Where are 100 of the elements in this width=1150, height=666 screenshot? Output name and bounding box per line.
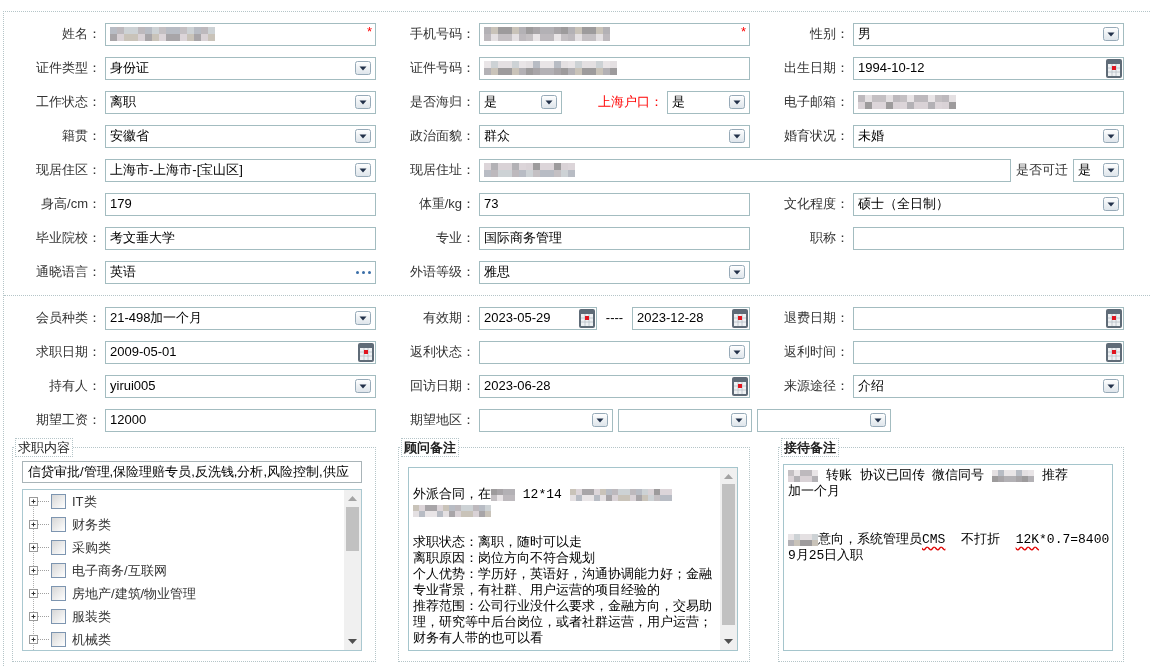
scrollbar[interactable] [344,490,361,650]
caret-down-icon[interactable] [1103,27,1119,41]
expand-plus-icon[interactable] [29,543,49,552]
dropdown[interactable]: 安徽省 [105,124,376,148]
calendar-icon[interactable] [1106,342,1122,362]
caret-down-icon[interactable] [729,129,745,143]
notes-field[interactable]: 转账 协议已回传 微信同号 推荐 加一个月 意向，系统管理员CMS 不打折 12K*0.7=8400 9月25日入职 [783,464,1113,651]
caret-down-icon[interactable] [592,413,608,427]
tree-item-label[interactable]: 机械类 [72,629,111,650]
text-field[interactable]: 国际商务管理 [479,226,750,250]
dropdown[interactable]: 群众 [479,124,750,148]
date-field[interactable]: 2009-05-01 [105,340,376,364]
tree-item-label[interactable]: 采购类 [72,537,111,558]
caret-down-icon[interactable] [1103,129,1119,143]
date-field[interactable]: 2023-12-28 [632,306,750,330]
date-field[interactable]: 1994-10-12 [853,56,1124,80]
checkbox[interactable] [51,494,66,509]
checkbox[interactable] [51,609,66,624]
date-field[interactable]: 2023-05-29 [479,306,597,330]
calendar-icon[interactable] [732,308,748,328]
expand-plus-icon[interactable] [29,589,49,598]
note-text: 不打折 [960,532,1001,548]
scroll-down-icon[interactable] [724,639,733,644]
field-label: 持有人： [48,377,101,396]
dropdown[interactable]: 21-498加一个月 [105,306,376,330]
expand-plus-icon[interactable] [29,520,49,529]
text-field[interactable] [479,158,1011,182]
caret-down-icon[interactable] [729,265,745,279]
text-field[interactable] [479,56,750,80]
caret-down-icon[interactable] [355,163,371,177]
caret-down-icon[interactable] [355,61,371,75]
mosaic-drawing [413,505,449,517]
caret-down-icon[interactable] [729,345,745,359]
dropdown[interactable]: 是 [667,90,750,114]
expand-plus-icon[interactable] [29,612,49,621]
text-field[interactable]: 73 [479,192,750,216]
calendar-icon[interactable] [358,342,374,362]
text-field[interactable]: 信贷审批/管理,保险理赔专员,反洗钱,分析,风险控制,供应 [22,461,362,483]
scroll-down-icon[interactable] [348,639,357,644]
picker-field[interactable]: 英语 [105,260,376,284]
ellipsis-icon[interactable] [356,270,371,274]
text-field[interactable]: 考文垂大学 [105,226,376,250]
text-field[interactable] [853,226,1124,250]
dropdown[interactable]: 身份证 [105,56,376,80]
checkbox[interactable] [51,540,66,555]
text-field[interactable]: 179 [105,192,376,216]
tree-item-label[interactable]: 服装类 [72,606,111,627]
caret-down-icon[interactable] [1103,163,1119,177]
dropdown[interactable]: 雅思 [479,260,750,284]
dropdown[interactable]: 上海市-上海市-[宝山区] [105,158,376,182]
field-label: 期望工资： [35,411,101,430]
checkbox[interactable] [51,632,66,647]
calendar-icon[interactable] [1106,308,1122,328]
mosaic-drawing [788,534,818,546]
caret-down-icon[interactable] [355,129,371,143]
checkbox[interactable] [51,586,66,601]
caret-down-icon[interactable] [729,95,745,109]
calendar-icon[interactable] [1106,58,1122,78]
checkbox[interactable] [51,563,66,578]
scrollbar-thumb[interactable] [722,484,735,625]
checkbox[interactable] [51,517,66,532]
caret-down-icon[interactable] [355,379,371,393]
text-field[interactable]: * [479,22,750,46]
dropdown[interactable]: yirui005 [105,374,376,398]
underlined-word: 12K [1015,532,1040,548]
caret-down-icon[interactable] [731,413,747,427]
tree-item-label[interactable]: 房地产/建筑/物业管理 [72,583,197,604]
tree-item-label[interactable]: 财务类 [72,514,111,535]
calendar-icon[interactable] [732,376,748,396]
dropdown[interactable]: 硕士（全日制） [853,192,1124,216]
caret-down-icon[interactable] [870,413,886,427]
tree-item-label[interactable]: IT类 [72,491,97,512]
field-label: 外语等级： [409,263,475,282]
date-field[interactable] [853,340,1124,364]
date-field[interactable]: 2023-06-28 [479,374,750,398]
date-field[interactable] [853,306,1124,330]
scrollbar[interactable] [720,468,737,650]
expand-plus-icon[interactable] [29,566,49,575]
note-text: 12*14 [521,487,563,503]
dropdown[interactable]: 离职 [105,90,376,114]
tree-item-label[interactable]: 电子商务/互联网 [72,560,167,581]
notes-field[interactable]: 外派合同，在 12*14 求职状态：离职，随时可以走 离职原因：岗位方向不符合规划 个人优势：学历好，英语好，沟通协调能力好；金融专业背景，有社群、用户运营的项目经验的 推荐范围：公司行业没什么要求，金融方向，交易助理，研究等中后台岗位，或者社群运营，用户运营；财务有人带的也可以看 [408,467,738,651]
caret-down-icon[interactable] [1103,197,1119,211]
text-field[interactable] [853,90,1124,114]
mosaic-drawing [491,489,515,501]
calendar-icon[interactable] [579,308,595,328]
dropdown[interactable]: 介绍 [853,374,1124,398]
caret-down-icon[interactable] [355,311,371,325]
caret-down-icon[interactable] [1103,379,1119,393]
caret-down-icon[interactable] [355,95,371,109]
caret-down-icon[interactable] [541,95,557,109]
expand-plus-icon[interactable] [29,497,49,506]
dropdown[interactable]: 男 [853,22,1124,46]
expand-plus-icon[interactable] [29,635,49,644]
text-field[interactable]: 12000 [105,408,376,432]
dropdown[interactable]: 是 [1073,158,1124,182]
dropdown[interactable]: 未婚 [853,124,1124,148]
dropdown[interactable]: 是 [479,90,562,114]
scrollbar-thumb[interactable] [346,507,359,551]
text-field[interactable]: * [105,22,376,46]
